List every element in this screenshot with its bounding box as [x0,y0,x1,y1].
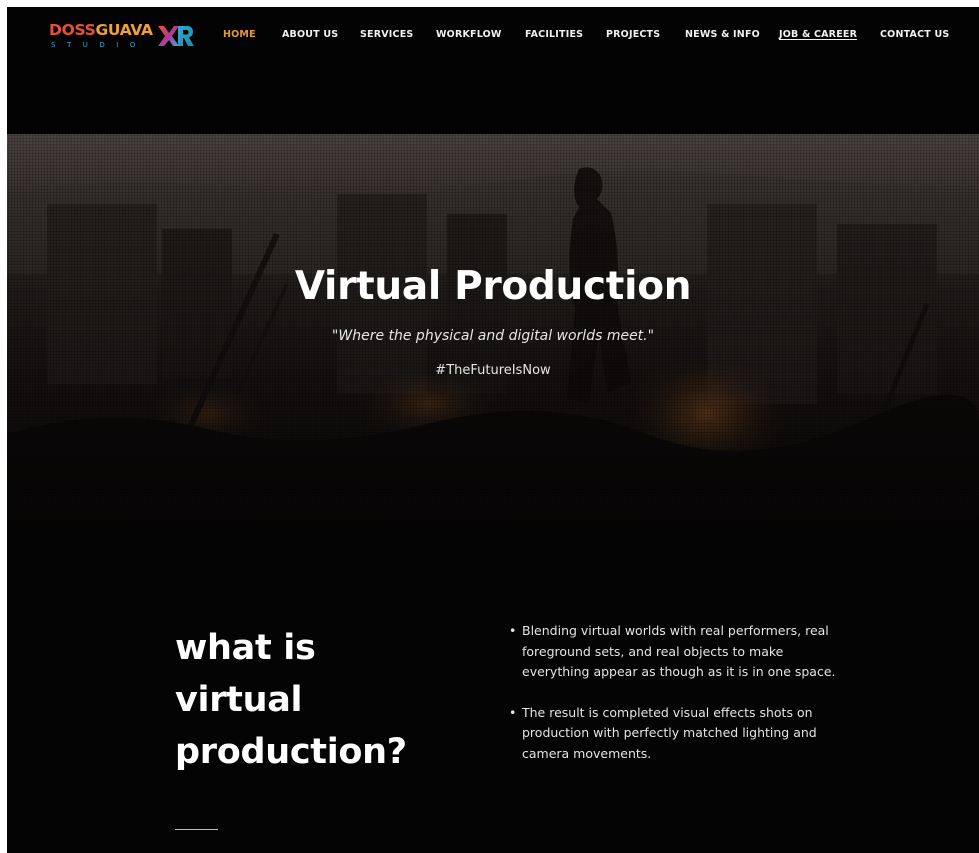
hero-banner: Virtual Production "Where the physical a… [7,134,979,519]
nav-home[interactable]: HOME [223,29,256,40]
section-heading: what is virtual production? [175,622,475,778]
section-heading-line: what is [175,628,316,668]
list-item-text: Blending virtual worlds with real perfor… [522,623,836,679]
site-header: DOSSGUAVA STUDIO HOME ABOUT US SERVICES … [7,7,979,134]
nav-services[interactable]: SERVICES [360,29,413,40]
logo-wordmark: DOSSGUAVA [49,21,153,39]
list-item: • Blending virtual worlds with real perf… [507,621,837,683]
nav-projects[interactable]: PROJECTS [606,29,660,40]
list-item: • The result is completed visual effects… [507,703,837,765]
page-frame: DOSSGUAVA STUDIO HOME ABOUT US SERVICES … [7,7,979,853]
nav-contact-us[interactable]: CONTACT US [880,29,949,40]
section-heading-line: virtual [175,680,303,720]
list-item-text: The result is completed visual effects s… [522,704,817,761]
hero-quote: "Where the physical and digital worlds m… [331,328,655,344]
site-logo[interactable]: DOSSGUAVA STUDIO [49,21,199,51]
nav-about-us[interactable]: ABOUT US [282,29,338,40]
logo-subtitle: STUDIO [51,41,147,49]
feature-list: • Blending virtual worlds with real perf… [507,621,837,784]
nav-workflow[interactable]: WORKFLOW [436,29,502,40]
logo-wordmark-part1: DOSS [49,21,96,39]
section-divider [175,829,218,830]
hero-dot-overlay [7,134,979,519]
hero-hashtag: #TheFutureIsNow [435,363,551,378]
hero-title: Virtual Production [294,264,692,309]
logo-wordmark-part2: GUAVA [95,21,153,39]
bullet-icon: • [509,623,517,638]
nav-news-info[interactable]: NEWS & INFO [685,29,760,40]
section-heading-line: production? [175,732,407,772]
bullet-icon: • [509,704,517,720]
nav-job-career[interactable]: JOB & CAREER [779,29,857,40]
logo-xr-icon [158,26,194,46]
nav-facilities[interactable]: FACILITIES [525,29,583,40]
